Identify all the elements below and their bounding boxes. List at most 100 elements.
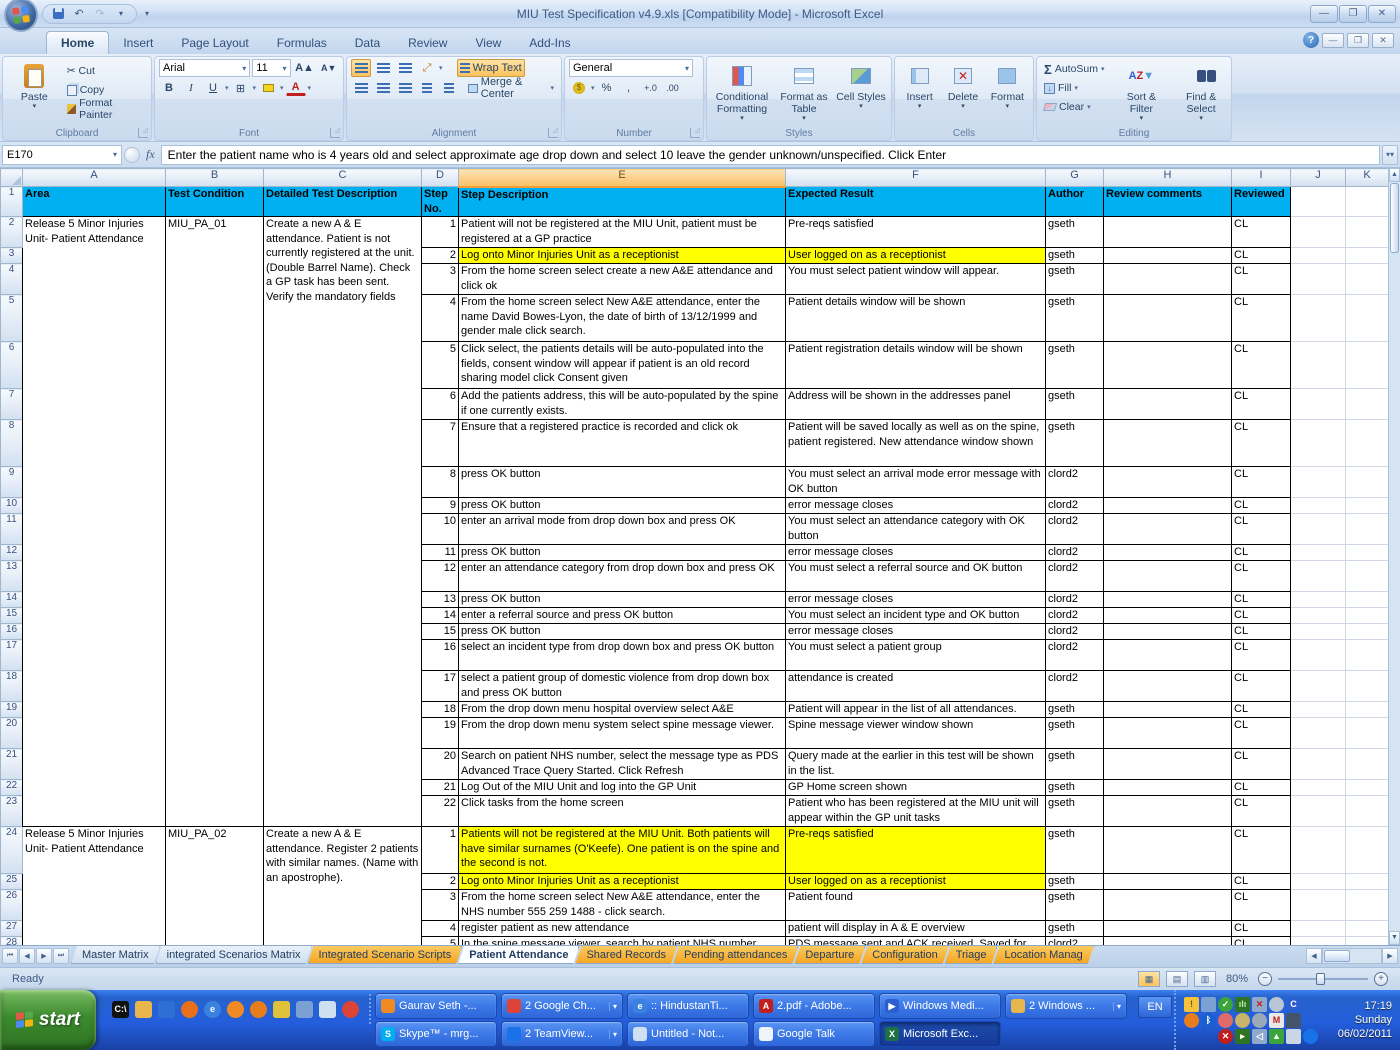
- zoom-slider[interactable]: [1278, 973, 1368, 985]
- cell-k[interactable]: [1345, 826, 1389, 875]
- author-cell[interactable]: gseth: [1045, 920, 1104, 938]
- step-no-cell[interactable]: 18: [421, 701, 459, 719]
- step-description-cell[interactable]: Click select, the patients details will …: [458, 341, 786, 390]
- taskbar-button-windows-medi[interactable]: ▶ Windows Medi...: [879, 993, 1001, 1019]
- cell-j[interactable]: [1290, 513, 1346, 546]
- step-no-cell[interactable]: 7: [421, 419, 459, 468]
- formula-bar-expand-button[interactable]: ▾▾: [1382, 144, 1398, 165]
- cell-k[interactable]: [1345, 717, 1389, 750]
- cell-j[interactable]: [1290, 795, 1346, 828]
- review-comments-cell[interactable]: [1103, 639, 1232, 672]
- chrome-icon[interactable]: [342, 1000, 359, 1018]
- cell-j[interactable]: [1290, 607, 1346, 625]
- test-description-cell[interactable]: Create a new A & E attendance. Patient i…: [263, 216, 422, 828]
- cell-k[interactable]: [1345, 247, 1389, 265]
- step-description-cell[interactable]: From the home screen select New A&E atte…: [458, 294, 786, 343]
- step-no-cell[interactable]: 21: [421, 779, 459, 797]
- scroll-down-button[interactable]: ▼: [1389, 931, 1400, 945]
- qat-dropdown[interactable]: ▾: [112, 6, 130, 22]
- step-no-cell[interactable]: 12: [421, 560, 459, 593]
- review-comments-cell[interactable]: [1103, 497, 1232, 515]
- header-cell-reviewed[interactable]: Reviewed: [1231, 185, 1291, 218]
- antivirus-icon[interactable]: ✕: [1218, 1028, 1233, 1044]
- reviewed-cell[interactable]: CL: [1231, 889, 1291, 922]
- author-cell[interactable]: gseth: [1045, 701, 1104, 719]
- page-layout-view-button[interactable]: ▤: [1165, 971, 1188, 987]
- page-break-view-button[interactable]: ▥: [1193, 971, 1216, 987]
- middle-align-button[interactable]: [373, 59, 393, 77]
- taskbar-button-hindustanti[interactable]: e:: HindustanTi...: [627, 993, 749, 1019]
- column-header-j[interactable]: J: [1290, 168, 1346, 187]
- autosum-button[interactable]: Σ AutoSum ▾: [1041, 60, 1108, 78]
- workbook-restore-button[interactable]: ❐: [1347, 32, 1369, 48]
- review-comments-cell[interactable]: [1103, 263, 1232, 296]
- reviewed-cell[interactable]: CL: [1231, 544, 1291, 562]
- first-sheet-button[interactable]: ⏮: [2, 948, 18, 964]
- cut-button[interactable]: ✂ Cut: [64, 62, 147, 80]
- reviewed-cell[interactable]: CL: [1231, 247, 1291, 265]
- review-comments-cell[interactable]: [1103, 388, 1232, 421]
- step-no-cell[interactable]: 8: [421, 466, 459, 499]
- zoom-out-button[interactable]: −: [1258, 972, 1272, 986]
- printer-icon[interactable]: [1286, 1012, 1301, 1028]
- taskbar-button-google-talk[interactable]: Google Talk: [753, 1021, 875, 1047]
- expected-result-cell[interactable]: attendance is created: [785, 670, 1046, 703]
- author-cell[interactable]: gseth: [1045, 388, 1104, 421]
- row-header-21[interactable]: 21: [0, 748, 23, 781]
- step-no-cell[interactable]: 9: [421, 497, 459, 515]
- step-no-cell[interactable]: 15: [421, 623, 459, 641]
- horizontal-scroll-thumb[interactable]: [1324, 950, 1350, 962]
- conditional-formatting-button[interactable]: Conditional Formatting ▾: [711, 60, 773, 124]
- row-header-22[interactable]: 22: [0, 779, 23, 797]
- cell-k[interactable]: [1345, 873, 1389, 891]
- column-header-d[interactable]: D: [421, 168, 459, 187]
- author-cell[interactable]: clord2: [1045, 497, 1104, 515]
- expected-result-cell[interactable]: PDS message sent and ACK received. Saved…: [785, 936, 1046, 945]
- step-description-cell[interactable]: Log Out of the MIU Unit and log into the…: [458, 779, 786, 797]
- sheet-tab-patient-attendance[interactable]: Patient Attendance: [458, 946, 579, 964]
- author-cell[interactable]: gseth: [1045, 216, 1104, 249]
- format-cells-button[interactable]: Format ▾: [986, 60, 1029, 112]
- cmd-icon[interactable]: C:\: [112, 1000, 129, 1018]
- ribbon-tab-insert[interactable]: Insert: [109, 32, 167, 54]
- step-description-cell[interactable]: enter an arrival mode from drop down box…: [458, 513, 786, 546]
- cell-j[interactable]: [1290, 748, 1346, 781]
- author-cell[interactable]: clord2: [1045, 513, 1104, 546]
- cell-j[interactable]: [1290, 419, 1346, 468]
- mouse-icon[interactable]: [1286, 1028, 1301, 1044]
- row-header-13[interactable]: 13: [0, 560, 23, 593]
- cell-k[interactable]: [1345, 466, 1389, 499]
- cell-k[interactable]: [1345, 560, 1389, 593]
- font-family-select[interactable]: Arial ▾: [159, 59, 251, 77]
- step-description-cell[interactable]: Log onto Minor Injuries Unit as a recept…: [458, 247, 786, 265]
- ribbon-tab-review[interactable]: Review: [394, 32, 461, 54]
- sheet-tab-triage[interactable]: Triage: [945, 946, 998, 964]
- row-header-12[interactable]: 12: [0, 544, 23, 562]
- step-description-cell[interactable]: select a patient group of domestic viole…: [458, 670, 786, 703]
- author-cell[interactable]: clord2: [1045, 591, 1104, 609]
- sheet-tab-departure[interactable]: Departure: [794, 946, 865, 964]
- taskbar-button-skype-mrg[interactable]: S Skype™ - mrg...: [375, 1021, 497, 1047]
- step-description-cell[interactable]: From the home screen select New A&E atte…: [458, 889, 786, 922]
- header-cell-author[interactable]: Author: [1045, 185, 1104, 218]
- normal-view-button[interactable]: ▦: [1137, 971, 1160, 987]
- reviewed-cell[interactable]: CL: [1231, 513, 1291, 546]
- ribbon-tab-formulas[interactable]: Formulas: [263, 32, 341, 54]
- reviewed-cell[interactable]: CL: [1231, 670, 1291, 703]
- step-description-cell[interactable]: From the drop down menu hospital overvie…: [458, 701, 786, 719]
- heart-icon[interactable]: [1218, 1012, 1233, 1028]
- ribbon-tab-data[interactable]: Data: [341, 32, 394, 54]
- review-comments-cell[interactable]: [1103, 920, 1232, 938]
- step-no-cell[interactable]: 19: [421, 717, 459, 750]
- column-header-e[interactable]: E: [458, 168, 786, 188]
- row-header-4[interactable]: 4: [0, 263, 23, 296]
- grow-font-button[interactable]: A▲: [293, 59, 317, 77]
- help-icon[interactable]: ?: [1303, 32, 1319, 48]
- cell-j[interactable]: [1290, 388, 1346, 421]
- author-cell[interactable]: gseth: [1045, 341, 1104, 390]
- cell-j[interactable]: [1290, 826, 1346, 875]
- expected-result-cell[interactable]: Patient will be saved locally as well as…: [785, 419, 1046, 468]
- cell-k[interactable]: [1345, 889, 1389, 922]
- area-cell[interactable]: Release 5 Minor Injuries Unit- Patient A…: [22, 826, 166, 945]
- step-no-cell[interactable]: 13: [421, 591, 459, 609]
